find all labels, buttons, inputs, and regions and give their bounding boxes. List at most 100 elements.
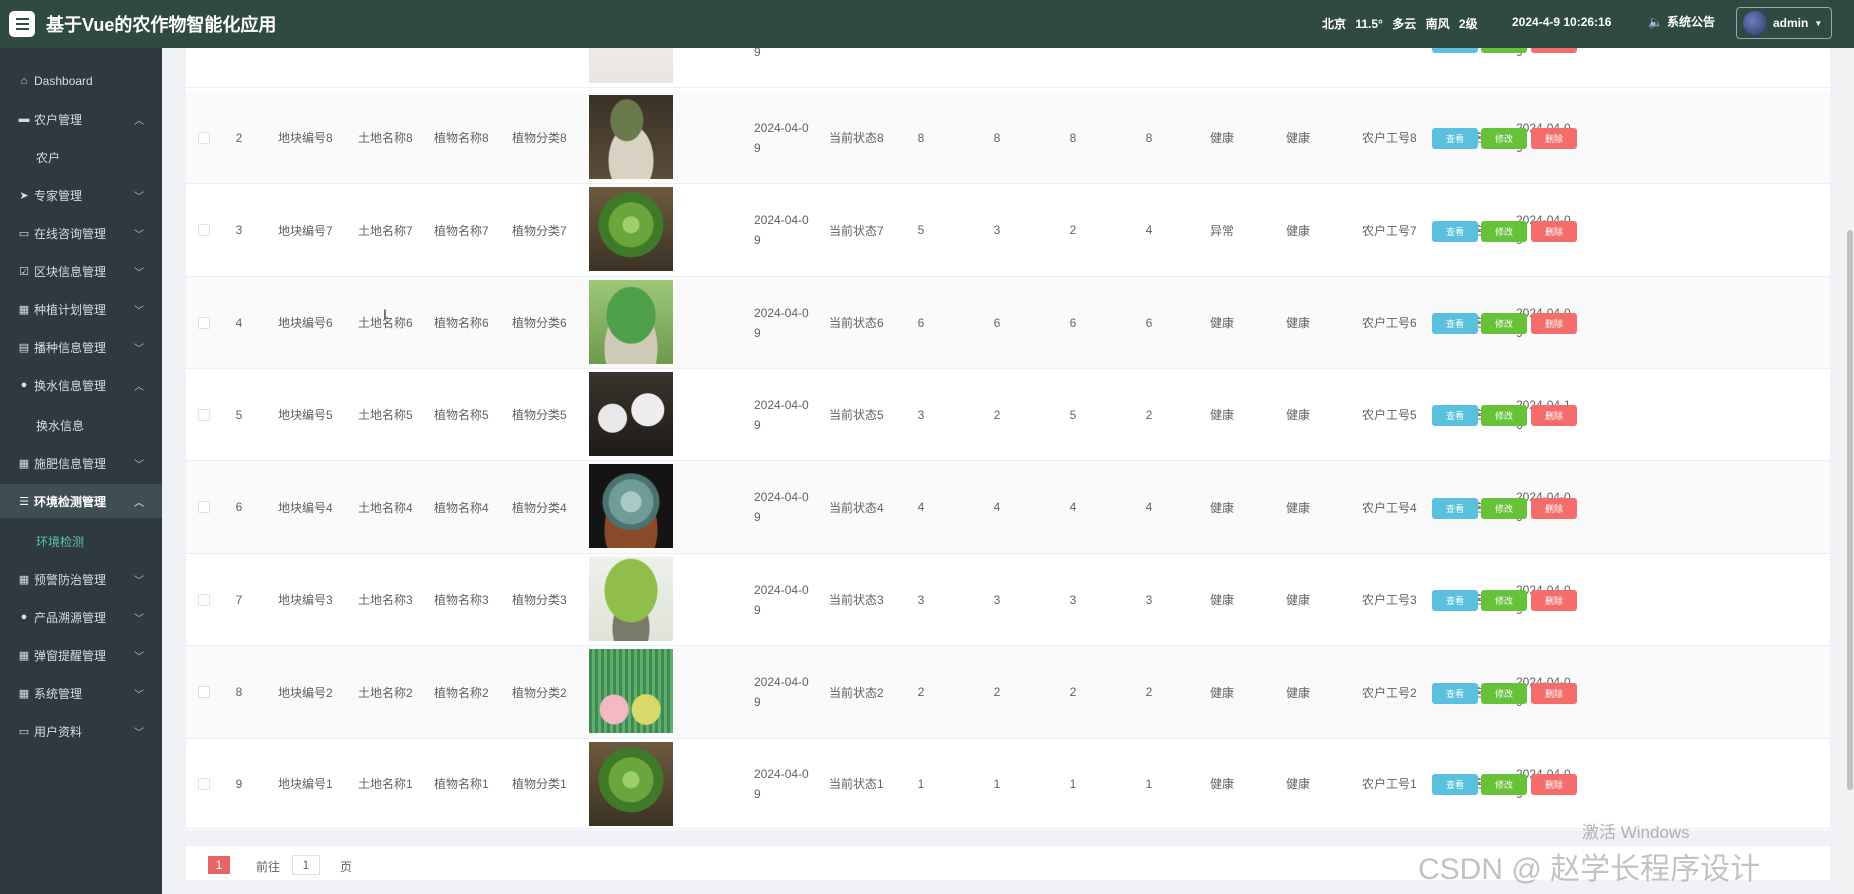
view-button[interactable]: 查看	[1432, 313, 1478, 334]
cell-plant: 植物名称8	[434, 131, 489, 145]
app-title: 基于Vue的农作物智能化应用	[46, 15, 277, 35]
sidebar-item-11[interactable]: ☰ 环境检测管理 ︿	[0, 484, 162, 518]
edit-button[interactable]: 修改	[1481, 313, 1527, 334]
sidebar-item-7[interactable]: ▤ 播种信息管理 ﹀	[0, 330, 162, 364]
sidebar-item-4[interactable]: ▭ 在线咨询管理 ﹀	[0, 216, 162, 250]
cell-date: 2024-04-09	[754, 184, 816, 276]
sidebar-item-17[interactable]: ▭ 用户资料 ﹀	[0, 714, 162, 748]
cell-v4: 6	[1145, 315, 1153, 330]
view-button[interactable]: 查看	[1432, 590, 1478, 611]
view-button[interactable]: 查看	[1432, 221, 1478, 242]
row-checkbox[interactable]	[198, 131, 210, 144]
view-button[interactable]: 查看	[1432, 683, 1478, 704]
cell-v2: 3	[993, 223, 1001, 237]
delete-button[interactable]: 删除	[1531, 774, 1577, 795]
cell-health: 健康	[1210, 777, 1235, 791]
weather-condition: 多云	[1392, 17, 1417, 31]
cell-pest: 健康	[1286, 500, 1311, 515]
scrollbar-thumb[interactable]	[1847, 230, 1853, 790]
sidebar-item-16[interactable]: ▦ 系统管理 ﹀	[0, 676, 162, 710]
edit-button[interactable]: 修改	[1481, 128, 1527, 149]
cell-health: 健康	[1210, 593, 1235, 607]
sidebar-item-label: 专家管理	[34, 188, 83, 203]
delete-button[interactable]: 删除	[1531, 313, 1577, 334]
sidebar-item-10[interactable]: ▦ 施肥信息管理 ﹀	[0, 446, 162, 480]
row-checkbox[interactable]	[198, 408, 210, 421]
sidebar-item-6[interactable]: ▦ 种植计划管理 ﹀	[0, 292, 162, 326]
delete-button[interactable]: 删除	[1531, 128, 1577, 149]
text-cursor-icon: I	[383, 306, 387, 322]
cell-v3: 2	[1069, 223, 1077, 237]
row-checkbox-cell	[194, 184, 214, 276]
cell-v1: 2	[917, 685, 925, 699]
notice-button[interactable]: 🔈 系统公告	[1648, 13, 1715, 30]
row-checkbox[interactable]	[198, 224, 210, 236]
table-row: 2地块编号8土地名称8植物名称8植物分类8当前状态88888健康健康农户工号8农…	[186, 92, 1830, 184]
sidebar: ⌂ Dashboard ▬ 农户管理 ︿ 农户 ➤ 专家管理 ﹀ ▭ 在线咨询管理 ﹀ ☑ 区块信息管理 ﹀…	[0, 48, 162, 894]
plant-image	[589, 280, 673, 364]
row-checkbox[interactable]	[198, 777, 210, 790]
menu-toggle-icon[interactable]	[9, 11, 35, 37]
table-row: 9地块编号1土地名称1植物名称1植物分类1当前状态11111健康健康农户工号1农…	[186, 739, 1830, 829]
plant-image	[589, 95, 673, 179]
cell-v2: 3	[993, 592, 1001, 607]
sidebar-item-15[interactable]: ▦ 弹窗提醒管理 ﹀	[0, 638, 162, 672]
edit-button[interactable]: 修改	[1481, 774, 1527, 795]
plant-image	[589, 187, 673, 271]
edit-button[interactable]: 修改	[1481, 405, 1527, 426]
cell-plant: 植物名称3	[434, 593, 489, 607]
cell-pest: 健康	[1286, 593, 1311, 607]
caret-down-icon: ▼	[1814, 18, 1823, 28]
cell-category: 植物分类4	[512, 500, 567, 515]
delete-button[interactable]: 删除	[1531, 498, 1577, 519]
delete-button[interactable]: 删除	[1531, 221, 1577, 242]
sidebar-item-5[interactable]: ☑ 区块信息管理 ﹀	[0, 254, 162, 288]
sidebar-item-9[interactable]: 换水信息	[0, 408, 162, 442]
cell-category: 植物分类6	[512, 316, 567, 330]
delete-button[interactable]: 删除	[1531, 405, 1577, 426]
cell-status: 当前状态1	[829, 777, 884, 791]
sidebar-item-3[interactable]: ➤ 专家管理 ﹀	[0, 178, 162, 212]
row-checkbox-cell	[194, 369, 214, 460]
chevron-down-icon: ﹀	[134, 191, 144, 203]
cell-block: 地块编号6	[278, 316, 333, 330]
page-number-current[interactable]: 1	[208, 856, 230, 874]
row-checkbox[interactable]	[198, 316, 210, 329]
table-row: 7地块编号3土地名称3植物名称3植物分类3当前状态33333健康健康农户工号3农…	[186, 554, 1830, 646]
sidebar-item-12[interactable]: 环境检测	[0, 524, 162, 558]
cell-status: 当前状态6	[829, 316, 884, 330]
goto-input[interactable]: 1	[292, 855, 320, 875]
cell-v3: 8	[1069, 130, 1077, 145]
sidebar-item-label: 换水信息	[36, 418, 85, 433]
row-checkbox[interactable]	[198, 686, 210, 698]
cell-date: 2024-04-09	[754, 92, 816, 183]
cell-status: 当前状态2	[829, 685, 884, 700]
edit-button[interactable]: 修改	[1481, 221, 1527, 242]
row-checkbox[interactable]	[198, 501, 210, 513]
edit-button[interactable]: 修改	[1481, 683, 1527, 704]
row-checkbox[interactable]	[198, 593, 210, 606]
sidebar-item-2[interactable]: 农户	[0, 140, 162, 174]
delete-button[interactable]: 删除	[1531, 590, 1577, 611]
edit-button[interactable]: 修改	[1481, 590, 1527, 611]
sidebar-item-label: 区块信息管理	[34, 264, 107, 279]
date-text: 2024-04-09	[754, 305, 809, 340]
cell-land: 土地名称2	[358, 685, 413, 700]
chevron-down-icon: ﹀	[134, 459, 144, 471]
sidebar-item-1[interactable]: ▬ 农户管理 ︿	[0, 102, 162, 136]
sidebar-item-13[interactable]: ▦ 预警防治管理 ﹀	[0, 562, 162, 596]
edit-button[interactable]: 修改	[1481, 498, 1527, 519]
view-button[interactable]: 查看	[1432, 774, 1478, 795]
print-icon: ▤	[18, 341, 30, 354]
user-menu[interactable]: admin ▼	[1736, 7, 1832, 39]
cell-v3: 2	[1069, 685, 1077, 699]
view-button[interactable]: 查看	[1432, 128, 1478, 149]
sidebar-item-14[interactable]: ● 产品溯源管理 ﹀	[0, 600, 162, 634]
weather-temp: 11.5°	[1355, 17, 1383, 31]
date-text: 2024-04-09	[754, 766, 809, 801]
view-button[interactable]: 查看	[1432, 405, 1478, 426]
view-button[interactable]: 查看	[1432, 498, 1478, 519]
delete-button[interactable]: 删除	[1531, 683, 1577, 704]
sidebar-item-0[interactable]: ⌂ Dashboard	[0, 64, 162, 98]
sidebar-item-8[interactable]: ● 换水信息管理 ︿	[0, 368, 162, 402]
